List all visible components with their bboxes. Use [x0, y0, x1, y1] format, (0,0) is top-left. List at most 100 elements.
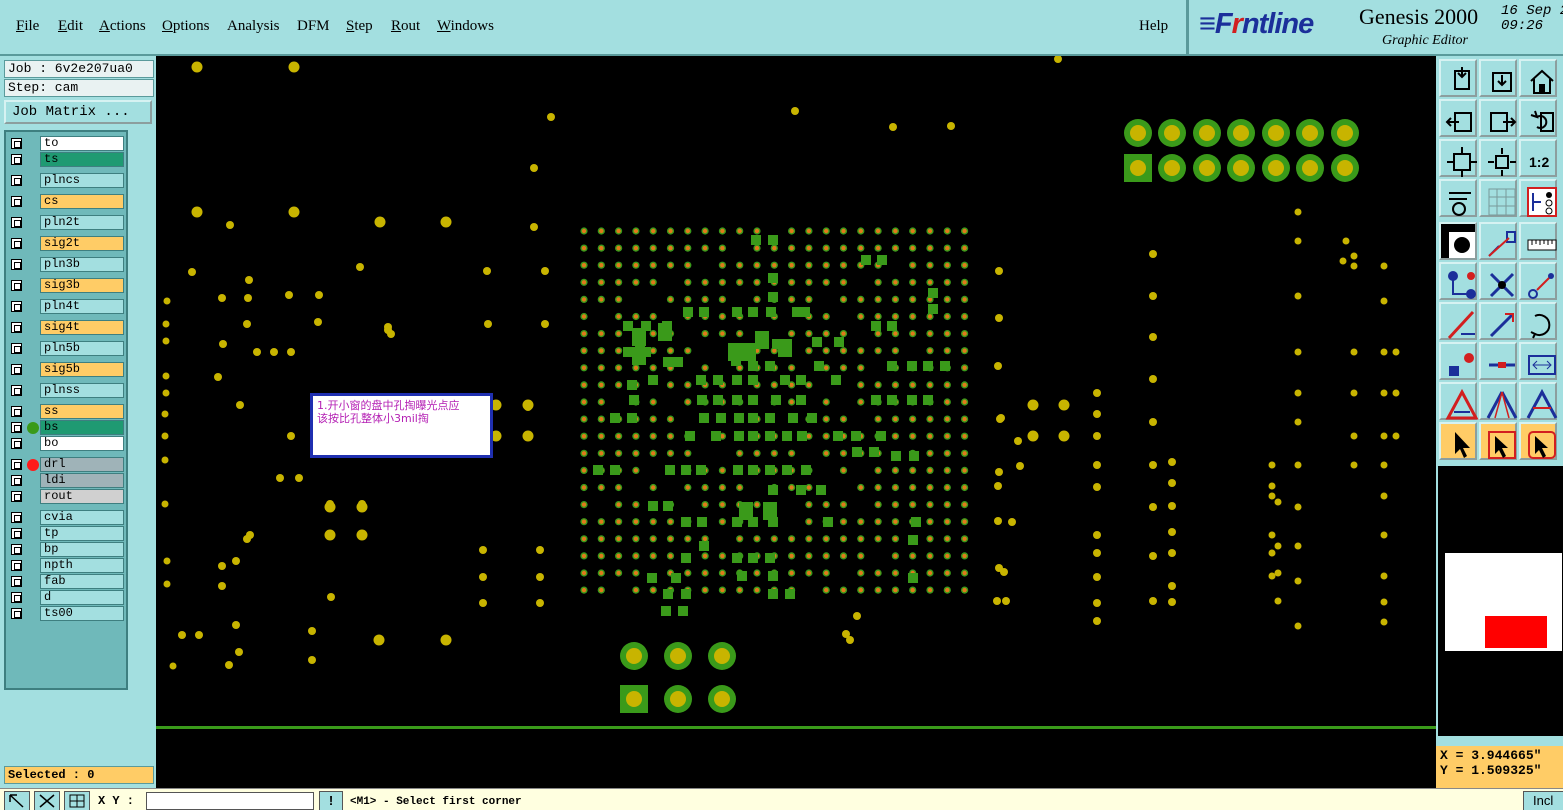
- layer-name[interactable]: rout: [40, 489, 124, 504]
- layer-name[interactable]: plncs: [40, 173, 124, 188]
- layer-row-ts00[interactable]: ts00: [8, 606, 124, 621]
- menu-windows[interactable]: Windows: [437, 18, 494, 35]
- layer-row-pln4t[interactable]: pln4t: [8, 299, 124, 314]
- layer-name[interactable]: plnss: [40, 383, 124, 398]
- layer-name[interactable]: pln3b: [40, 257, 124, 272]
- layer-row-drl[interactable]: drl: [8, 457, 124, 472]
- move-button[interactable]: [1479, 222, 1517, 260]
- layer-row-ts[interactable]: ts: [8, 152, 124, 167]
- menu-analysis[interactable]: Analysis: [227, 18, 280, 35]
- layer-checkbox[interactable]: [11, 459, 22, 470]
- layer-checkbox[interactable]: [11, 560, 22, 571]
- layer-row-npth[interactable]: npth: [8, 558, 124, 573]
- pan-left-button[interactable]: [1439, 99, 1477, 137]
- layer-row-to[interactable]: to: [8, 136, 124, 151]
- connect-button[interactable]: [1439, 262, 1477, 300]
- layer-name[interactable]: sig3b: [40, 278, 124, 293]
- layer-name[interactable]: pln4t: [40, 299, 124, 314]
- layer-name[interactable]: cs: [40, 194, 124, 209]
- layer-row-plnss[interactable]: plnss: [8, 383, 124, 398]
- graphic-canvas[interactable]: 1.开小窗的盘中孔掏曝光点应 该按比孔整体小3mil掏: [156, 56, 1436, 788]
- layer-row-cvia[interactable]: cvia: [8, 510, 124, 525]
- layer-checkbox[interactable]: [11, 175, 22, 186]
- cut-tool-button[interactable]: [34, 791, 60, 810]
- layer-checkbox[interactable]: [11, 259, 22, 270]
- layer-row-sig5b[interactable]: sig5b: [8, 362, 124, 377]
- layer-name[interactable]: bo: [40, 436, 124, 451]
- select-area-button[interactable]: [1479, 422, 1517, 460]
- layer-row-ldi[interactable]: ldi: [8, 473, 124, 488]
- menu-rout[interactable]: Rout: [391, 18, 420, 35]
- warning-button[interactable]: !: [319, 791, 343, 810]
- peak-button[interactable]: [1479, 382, 1518, 420]
- layer-name[interactable]: cvia: [40, 510, 124, 525]
- menu-file[interactable]: File: [16, 18, 39, 35]
- snap-button[interactable]: [1439, 179, 1477, 217]
- layers-button[interactable]: [1519, 179, 1557, 217]
- menu-options[interactable]: Options: [162, 18, 210, 35]
- undo-view-button[interactable]: [1519, 99, 1557, 137]
- layer-name[interactable]: d: [40, 590, 124, 605]
- layer-checkbox[interactable]: [11, 475, 22, 486]
- scale-button[interactable]: 1:2: [1519, 139, 1557, 177]
- layer-checkbox[interactable]: [11, 322, 22, 333]
- layer-checkbox[interactable]: [11, 385, 22, 396]
- triangle-button[interactable]: [1439, 382, 1479, 420]
- layer-checkbox[interactable]: [11, 608, 22, 619]
- layer-name[interactable]: tp: [40, 526, 124, 541]
- layer-name[interactable]: bs: [40, 420, 124, 435]
- layer-name[interactable]: ts00: [40, 606, 124, 621]
- menu-step[interactable]: Step: [346, 18, 373, 35]
- pointer-button[interactable]: [1439, 422, 1477, 460]
- layer-row-sig4t[interactable]: sig4t: [8, 320, 124, 335]
- diagonal-button[interactable]: [1479, 302, 1517, 340]
- layer-checkbox[interactable]: [11, 422, 22, 433]
- layer-row-sig3b[interactable]: sig3b: [8, 278, 124, 293]
- layer-name[interactable]: ss: [40, 404, 124, 419]
- overview-map[interactable]: [1444, 552, 1563, 652]
- line-button[interactable]: [1439, 302, 1477, 340]
- layer-name[interactable]: ts: [40, 152, 124, 167]
- home-button[interactable]: [1519, 59, 1557, 97]
- pointer-tool-button[interactable]: [4, 791, 30, 810]
- layer-checkbox[interactable]: [11, 406, 22, 417]
- select-pad-button[interactable]: [1439, 222, 1477, 260]
- select-touch-button[interactable]: [1519, 422, 1557, 460]
- zoom-home-button[interactable]: [1439, 59, 1477, 97]
- resize-button[interactable]: [1519, 342, 1557, 380]
- menu-edit[interactable]: Edit: [58, 18, 83, 35]
- layer-name[interactable]: to: [40, 136, 124, 151]
- layer-name[interactable]: drl: [40, 457, 124, 472]
- layer-name[interactable]: sig4t: [40, 320, 124, 335]
- layer-checkbox[interactable]: [11, 592, 22, 603]
- layer-checkbox[interactable]: [11, 217, 22, 228]
- layer-checkbox[interactable]: [11, 301, 22, 312]
- arch-button[interactable]: [1519, 382, 1558, 420]
- menu-dfm[interactable]: DFM: [297, 18, 330, 35]
- layer-name[interactable]: bp: [40, 542, 124, 557]
- layer-row-pln3b[interactable]: pln3b: [8, 257, 124, 272]
- grid-tool-button[interactable]: [64, 791, 90, 810]
- layer-row-bs[interactable]: bs: [8, 420, 124, 435]
- arc-button[interactable]: [1519, 302, 1557, 340]
- layer-checkbox[interactable]: [11, 138, 22, 149]
- fit-button[interactable]: [1439, 139, 1477, 177]
- measure-button[interactable]: [1519, 222, 1557, 260]
- layer-row-pln2t[interactable]: pln2t: [8, 215, 124, 230]
- layer-checkbox[interactable]: [11, 196, 22, 207]
- layer-row-plncs[interactable]: plncs: [8, 173, 124, 188]
- incl-button[interactable]: Incl: [1523, 791, 1563, 810]
- edge-button[interactable]: [1519, 262, 1557, 300]
- layer-row-pln5b[interactable]: pln5b: [8, 341, 124, 356]
- layer-row-rout[interactable]: rout: [8, 489, 124, 504]
- pan-right-button[interactable]: [1479, 99, 1517, 137]
- layer-row-ss[interactable]: ss: [8, 404, 124, 419]
- layer-checkbox[interactable]: [11, 512, 22, 523]
- layer-row-sig2t[interactable]: sig2t: [8, 236, 124, 251]
- layer-row-cs[interactable]: cs: [8, 194, 124, 209]
- grid-button[interactable]: [1479, 179, 1517, 217]
- layer-name[interactable]: ldi: [40, 473, 124, 488]
- zoom-in-button[interactable]: [1479, 59, 1517, 97]
- layer-name[interactable]: sig5b: [40, 362, 124, 377]
- layer-name[interactable]: npth: [40, 558, 124, 573]
